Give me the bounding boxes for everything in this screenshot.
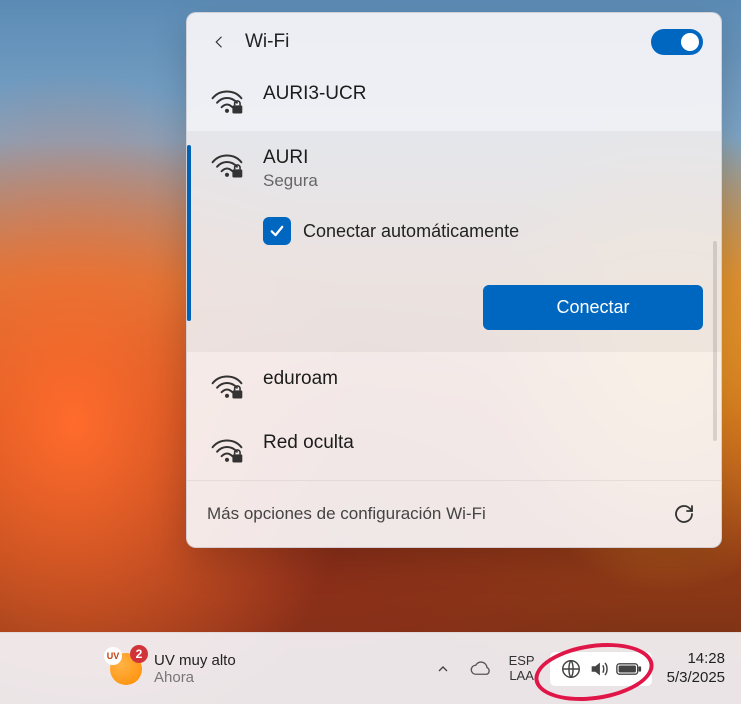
- weather-sun-icon: UV 2: [110, 653, 142, 685]
- wifi-secure-icon: [209, 370, 245, 400]
- auto-connect-label: Conectar automáticamente: [303, 221, 519, 242]
- network-ssid: AURI: [263, 147, 519, 169]
- battery-icon: [616, 661, 642, 677]
- connect-button[interactable]: Conectar: [483, 285, 703, 330]
- network-item-selected[interactable]: AURI Segura Conectar automáticamente Con…: [187, 131, 721, 352]
- refresh-icon: [672, 502, 696, 526]
- lang-line2: LAA: [509, 669, 534, 684]
- flyout-title: Wi-Fi: [245, 31, 289, 53]
- network-status: Segura: [263, 171, 519, 191]
- network-ssid: AURI3-UCR: [263, 83, 366, 105]
- wifi-secure-icon: [209, 434, 245, 464]
- lang-line1: ESP: [509, 654, 535, 669]
- arrow-left-icon: [211, 33, 229, 51]
- network-ssid: eduroam: [263, 368, 338, 390]
- weather-headline: UV muy alto: [154, 652, 236, 669]
- network-item[interactable]: eduroam: [187, 352, 721, 416]
- onedrive-tray-icon[interactable]: [467, 655, 495, 683]
- desktop-background: Wi-Fi AURI3-UCR: [0, 0, 741, 704]
- network-globe-icon: [560, 658, 582, 680]
- more-wifi-settings-link[interactable]: Más opciones de configuración Wi-Fi: [207, 504, 486, 524]
- uv-badge: UV: [104, 647, 122, 665]
- quick-settings-button[interactable]: [549, 651, 653, 687]
- weather-subline: Ahora: [154, 669, 236, 686]
- check-icon: [268, 222, 286, 240]
- language-indicator[interactable]: ESP LAA: [505, 652, 539, 686]
- wifi-toggle[interactable]: [651, 29, 703, 55]
- clock-time: 14:28: [687, 650, 725, 669]
- taskbar: UV 2 UV muy alto Ahora ESP LAA: [0, 632, 741, 704]
- wifi-secure-icon: [209, 85, 245, 115]
- clock[interactable]: 14:28 5/3/2025: [667, 650, 725, 688]
- chevron-up-icon: [435, 661, 451, 677]
- show-hidden-icons-button[interactable]: [429, 655, 457, 683]
- wifi-flyout: Wi-Fi AURI3-UCR: [186, 12, 722, 548]
- network-list: AURI3-UCR AURI Segura: [187, 67, 721, 480]
- network-item[interactable]: Red oculta: [187, 416, 721, 480]
- network-item[interactable]: AURI3-UCR: [187, 67, 721, 131]
- refresh-button[interactable]: [667, 497, 701, 531]
- notification-count-badge: 2: [130, 645, 148, 663]
- network-ssid: Red oculta: [263, 432, 354, 454]
- back-button[interactable]: [205, 27, 235, 57]
- cloud-icon: [469, 660, 493, 678]
- clock-date: 5/3/2025: [667, 669, 725, 688]
- auto-connect-checkbox[interactable]: [263, 217, 291, 245]
- weather-widget[interactable]: UV 2 UV muy alto Ahora: [110, 652, 236, 686]
- volume-icon: [588, 658, 610, 680]
- wifi-secure-icon: [209, 149, 245, 179]
